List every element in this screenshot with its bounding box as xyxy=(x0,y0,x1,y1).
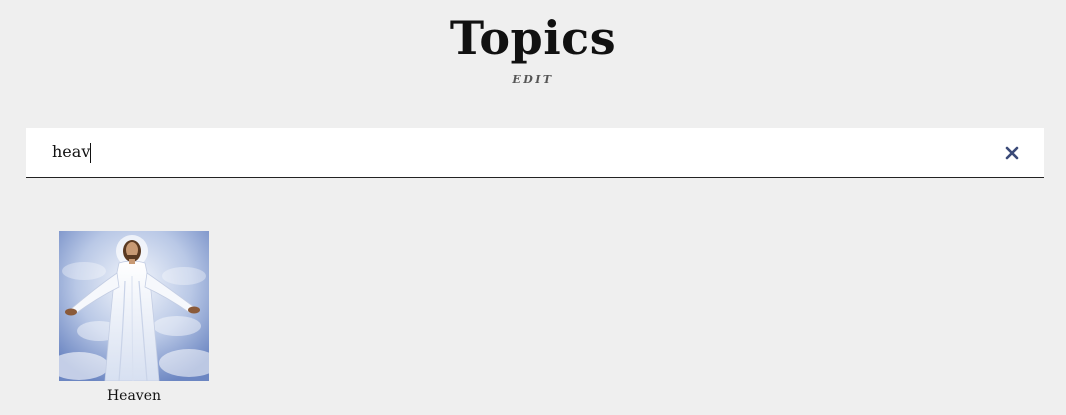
topic-thumbnail-heaven xyxy=(59,231,209,381)
topic-card[interactable]: Heaven xyxy=(59,231,209,405)
clear-search-button[interactable] xyxy=(1002,143,1022,163)
page-header: Topics EDIT xyxy=(0,8,1066,87)
topics-page: Topics EDIT heav Heaven xyxy=(0,0,1066,415)
edit-link[interactable]: EDIT xyxy=(512,73,553,86)
close-icon xyxy=(1005,146,1019,160)
search-input-value: heav xyxy=(52,142,91,161)
search-input[interactable]: heav xyxy=(52,141,92,163)
page-title: Topics xyxy=(449,11,617,65)
search-results: Heaven xyxy=(59,231,209,405)
text-cursor xyxy=(90,142,92,163)
search-bar: heav xyxy=(26,128,1044,178)
topic-label: Heaven xyxy=(106,388,162,404)
